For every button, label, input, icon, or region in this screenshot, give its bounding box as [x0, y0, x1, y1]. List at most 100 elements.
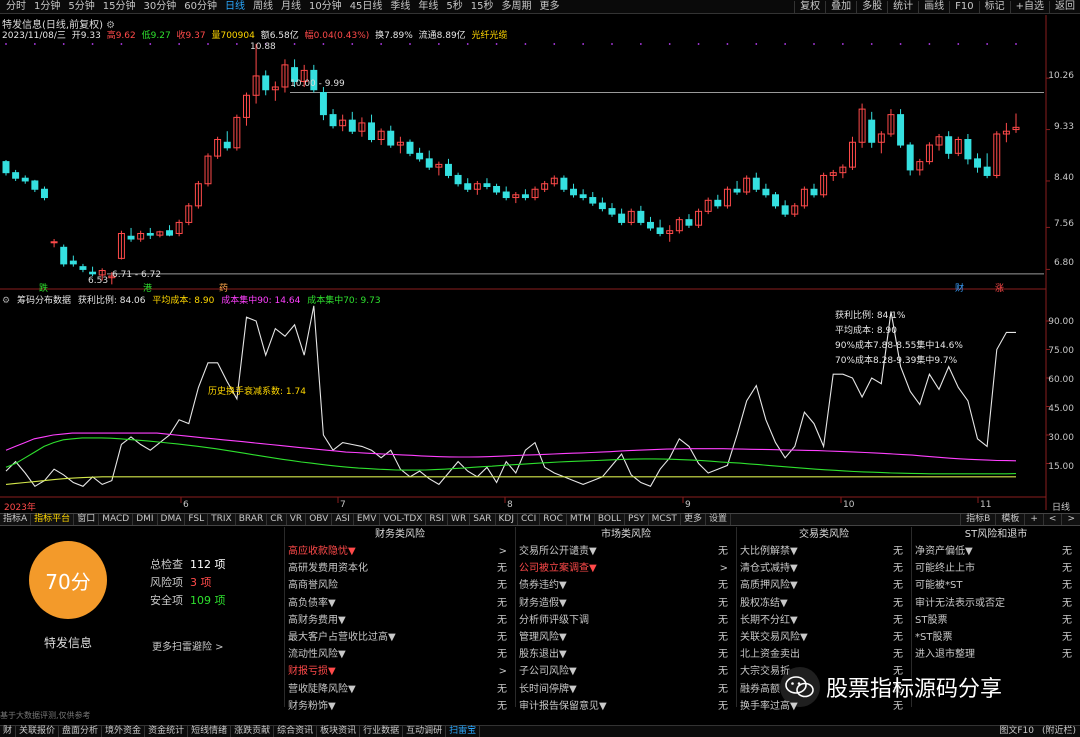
risk-item[interactable]: 高财务费用▼ 无 [285, 612, 515, 629]
indicator-tab[interactable]: OBV [306, 514, 333, 525]
tab-control-button[interactable]: < [1042, 514, 1062, 525]
risk-item[interactable]: 审计无法表示或否定 无 [912, 595, 1080, 612]
risk-item[interactable]: 长时间停牌▼ 无 [516, 681, 736, 698]
risk-item[interactable]: 分析师评级下调 无 [516, 612, 736, 629]
indicator-tab[interactable]: 窗口 [74, 514, 100, 525]
risk-item[interactable]: 高应收款隐忧▼ > [285, 543, 515, 560]
risk-item-status: 无 [718, 631, 728, 643]
risk-item[interactable]: 长期不分红▼ 无 [737, 612, 911, 629]
risk-item[interactable]: 可能终止上市 无 [912, 560, 1080, 577]
risk-item[interactable]: 财报亏损▼ > [285, 663, 515, 680]
profit-ratio-label: 获利比例: 84.06 [77, 296, 146, 306]
footer-tab[interactable]: 关联报价 [16, 726, 60, 737]
candle-body [772, 194, 780, 207]
candlestick-chart[interactable] [0, 0, 1080, 513]
risk-item[interactable]: 大比例解禁▼ 无 [737, 543, 911, 560]
indicator-tab[interactable]: DMI [133, 514, 158, 525]
footer-right-item[interactable]: 图文F10 [995, 726, 1038, 737]
indicator-tab[interactable]: 指标平台 [31, 514, 75, 525]
tab-control-button[interactable]: + [1024, 514, 1043, 525]
footer-tab[interactable]: 扫雷宝 [446, 726, 481, 737]
risk-item[interactable]: 最大客户占营收比过高▼ 无 [285, 629, 515, 646]
risk-item-status: 无 [497, 563, 507, 575]
indicator-tab[interactable]: KDJ [496, 514, 518, 525]
risk-item[interactable]: 流动性风险▼ 无 [285, 646, 515, 663]
indicator-series-line [5, 432, 1017, 462]
indicator-tab[interactable]: CCI [518, 514, 541, 525]
indicator-header: ⚙ 筹码分布数据 获利比例: 84.06 平均成本: 8.90 成本集中90: … [2, 293, 385, 306]
event-marker[interactable]: 财 [954, 281, 965, 294]
indicator-tab[interactable]: MTM [567, 514, 595, 525]
tab-control-button[interactable]: > [1061, 514, 1080, 525]
indicator-tick: 90.00 [1048, 317, 1074, 327]
footer-tab[interactable]: 短线情绪 [188, 726, 232, 737]
indicator-tab[interactable]: MACD [99, 514, 134, 525]
indicator-tab[interactable]: FSL [185, 514, 209, 525]
risk-item[interactable]: 财务粉饰▼ 无 [285, 698, 515, 715]
risk-item[interactable]: ST股票 无 [912, 612, 1080, 629]
risk-item[interactable]: 清仓式减持▼ 无 [737, 560, 911, 577]
risk-item[interactable]: 高研发费用资本化 无 [285, 560, 515, 577]
risk-item[interactable]: 进入退市整理 无 [912, 646, 1080, 663]
indicator-tab[interactable]: TRIX [208, 514, 236, 525]
risk-item[interactable]: 高负债率▼ 无 [285, 595, 515, 612]
footer-tab[interactable]: 互动调研 [403, 726, 447, 737]
risk-item[interactable]: 股东退出▼ 无 [516, 646, 736, 663]
indicator-gear-icon[interactable]: ⚙ [2, 296, 10, 306]
risk-item[interactable]: 可能被*ST 无 [912, 577, 1080, 594]
event-marker[interactable]: 涨 [994, 281, 1005, 294]
risk-item-name: ST股票 [915, 614, 948, 626]
risk-item[interactable]: 高商誉风险 无 [285, 577, 515, 594]
footer-tab[interactable]: 行业数据 [360, 726, 404, 737]
indicator-tab[interactable]: ASI [332, 514, 354, 525]
chip-info-line: 90%成本7.88-8.55集中14.6% [835, 341, 963, 351]
indicator-tab[interactable]: BRAR [236, 514, 268, 525]
indicator-tab[interactable]: VOL-TDX [380, 514, 427, 525]
indicator-tab[interactable]: EMV [354, 514, 381, 525]
risk-item[interactable]: 审计报告保留意见▼ 无 [516, 698, 736, 715]
footer-tab[interactable]: 财 [0, 726, 17, 737]
tab-control-button[interactable]: 模板 [995, 514, 1024, 525]
footer-tab[interactable]: 涨跌贡献 [231, 726, 275, 737]
risk-item[interactable]: 股权冻结▼ 无 [737, 595, 911, 612]
risk-item-name: 审计报告保留意见▼ [519, 700, 607, 712]
indicator-tab[interactable]: DMA [158, 514, 186, 525]
indicator-tab[interactable]: RSI [426, 514, 449, 525]
indicator-tab[interactable]: VR [287, 514, 307, 525]
indicator-tab[interactable]: PSY [625, 514, 649, 525]
risk-item-status: 无 [1062, 546, 1072, 557]
risk-item[interactable]: 营收陡降风险▼ 无 [285, 681, 515, 698]
footer-tab[interactable]: 境外资金 [102, 726, 146, 737]
indicator-tab[interactable]: CR [267, 514, 287, 525]
indicator-tab[interactable]: ROC [540, 514, 567, 525]
footer-tab[interactable]: 盘面分析 [59, 726, 103, 737]
indicator-tab[interactable]: WR [448, 514, 471, 525]
indicator-tab[interactable]: MCST [649, 514, 681, 525]
risk-item[interactable]: 债券违约▼ 无 [516, 577, 736, 594]
risk-item-status: 无 [1062, 614, 1072, 626]
summary-value: 3 项 [190, 576, 212, 589]
risk-item[interactable]: 财务造假▼ 无 [516, 595, 736, 612]
risk-item[interactable]: 高质押风险▼ 无 [737, 577, 911, 594]
indicator-tab[interactable]: SAR [470, 514, 496, 525]
footer-tab[interactable]: 板块资讯 [317, 726, 361, 737]
risk-item[interactable]: 关联交易风险▼ 无 [737, 629, 911, 646]
indicator-tab[interactable]: 更多 [681, 514, 706, 525]
footer-tab[interactable]: 综合资讯 [274, 726, 318, 737]
chip-info-line: 获利比例: 84.1% [835, 311, 906, 321]
risk-item[interactable]: 子公司风险▼ 无 [516, 663, 736, 680]
more-scan-link[interactable]: 更多扫雷避险 > [152, 638, 224, 653]
indicator-tab[interactable]: 指标A [0, 514, 32, 525]
risk-item[interactable]: 管理风险▼ 无 [516, 629, 736, 646]
footer-tab[interactable]: 资金统计 [145, 726, 189, 737]
indicator-tab[interactable]: BOLL [595, 514, 626, 525]
risk-item[interactable]: 交易所公开谴责▼ 无 [516, 543, 736, 560]
risk-item[interactable]: 净资产偏低▼ 无 [912, 543, 1080, 560]
footer-right-item[interactable]: (附近栏) [1038, 726, 1080, 737]
risk-item[interactable]: *ST股票 无 [912, 629, 1080, 646]
risk-item[interactable]: 公司被立案调查▼ > [516, 560, 736, 577]
indicator-tab[interactable]: 设置 [706, 514, 731, 525]
risk-item[interactable]: 北上资金卖出 无 [737, 646, 911, 663]
tab-control-button[interactable]: 指标B [960, 514, 995, 525]
axis-unit-label: 日线 [1052, 503, 1071, 513]
